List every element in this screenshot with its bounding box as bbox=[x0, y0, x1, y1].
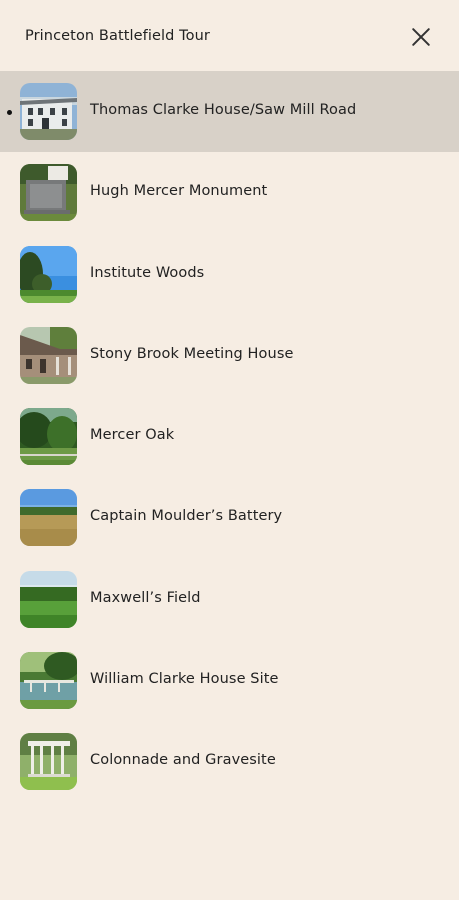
stone-monument-photo bbox=[20, 164, 77, 222]
tour-stop-label: Colonnade and Gravesite bbox=[90, 752, 276, 769]
tour-stop-label: Thomas Clarke House/Saw Mill Road bbox=[90, 102, 357, 118]
tour-stop-item[interactable]: William Clarke House Site bbox=[0, 640, 459, 721]
tour-stop-list: Thomas Clarke House/Saw Mill Road Hugh M… bbox=[0, 71, 459, 803]
oak-tree-photo bbox=[20, 408, 77, 466]
tour-stop-item[interactable]: Stony Brook Meeting House bbox=[0, 315, 459, 396]
tour-stop-label: Stony Brook Meeting House bbox=[90, 345, 294, 362]
tour-stop-item[interactable]: Captain Moulder’s Battery bbox=[0, 477, 459, 558]
bridge-creek-photo bbox=[20, 652, 77, 710]
tour-stop-item[interactable]: Colonnade and Gravesite bbox=[0, 721, 459, 802]
field-photo bbox=[20, 489, 77, 547]
close-icon[interactable] bbox=[406, 22, 436, 52]
page-title: Princeton Battlefield Tour bbox=[25, 28, 210, 44]
tour-stop-item[interactable]: Hugh Mercer Monument bbox=[0, 152, 459, 233]
app-header: Princeton Battlefield Tour bbox=[0, 0, 459, 72]
woods-photo bbox=[20, 245, 77, 303]
colonnade-photo bbox=[20, 733, 77, 791]
tour-stop-item[interactable]: Mercer Oak bbox=[0, 396, 459, 477]
tour-stop-label: Mercer Oak bbox=[90, 427, 175, 444]
tour-stop-item[interactable]: Institute Woods bbox=[0, 234, 459, 315]
tour-stop-label: Maxwell’s Field bbox=[90, 589, 201, 606]
tour-stop-item[interactable]: Thomas Clarke House/Saw Mill Road bbox=[0, 71, 459, 153]
tour-stop-label: Hugh Mercer Monument bbox=[90, 183, 268, 200]
tour-stop-label: Institute Woods bbox=[90, 264, 205, 281]
white-house-photo bbox=[20, 83, 77, 140]
current-stop-indicator bbox=[7, 110, 12, 115]
tour-stop-label: Captain Moulder’s Battery bbox=[90, 508, 283, 525]
tour-stop-label: William Clarke House Site bbox=[90, 671, 279, 688]
green-field-photo bbox=[20, 570, 77, 628]
stone-meeting-house-photo bbox=[20, 326, 77, 384]
tour-stop-item[interactable]: Maxwell’s Field bbox=[0, 559, 459, 640]
